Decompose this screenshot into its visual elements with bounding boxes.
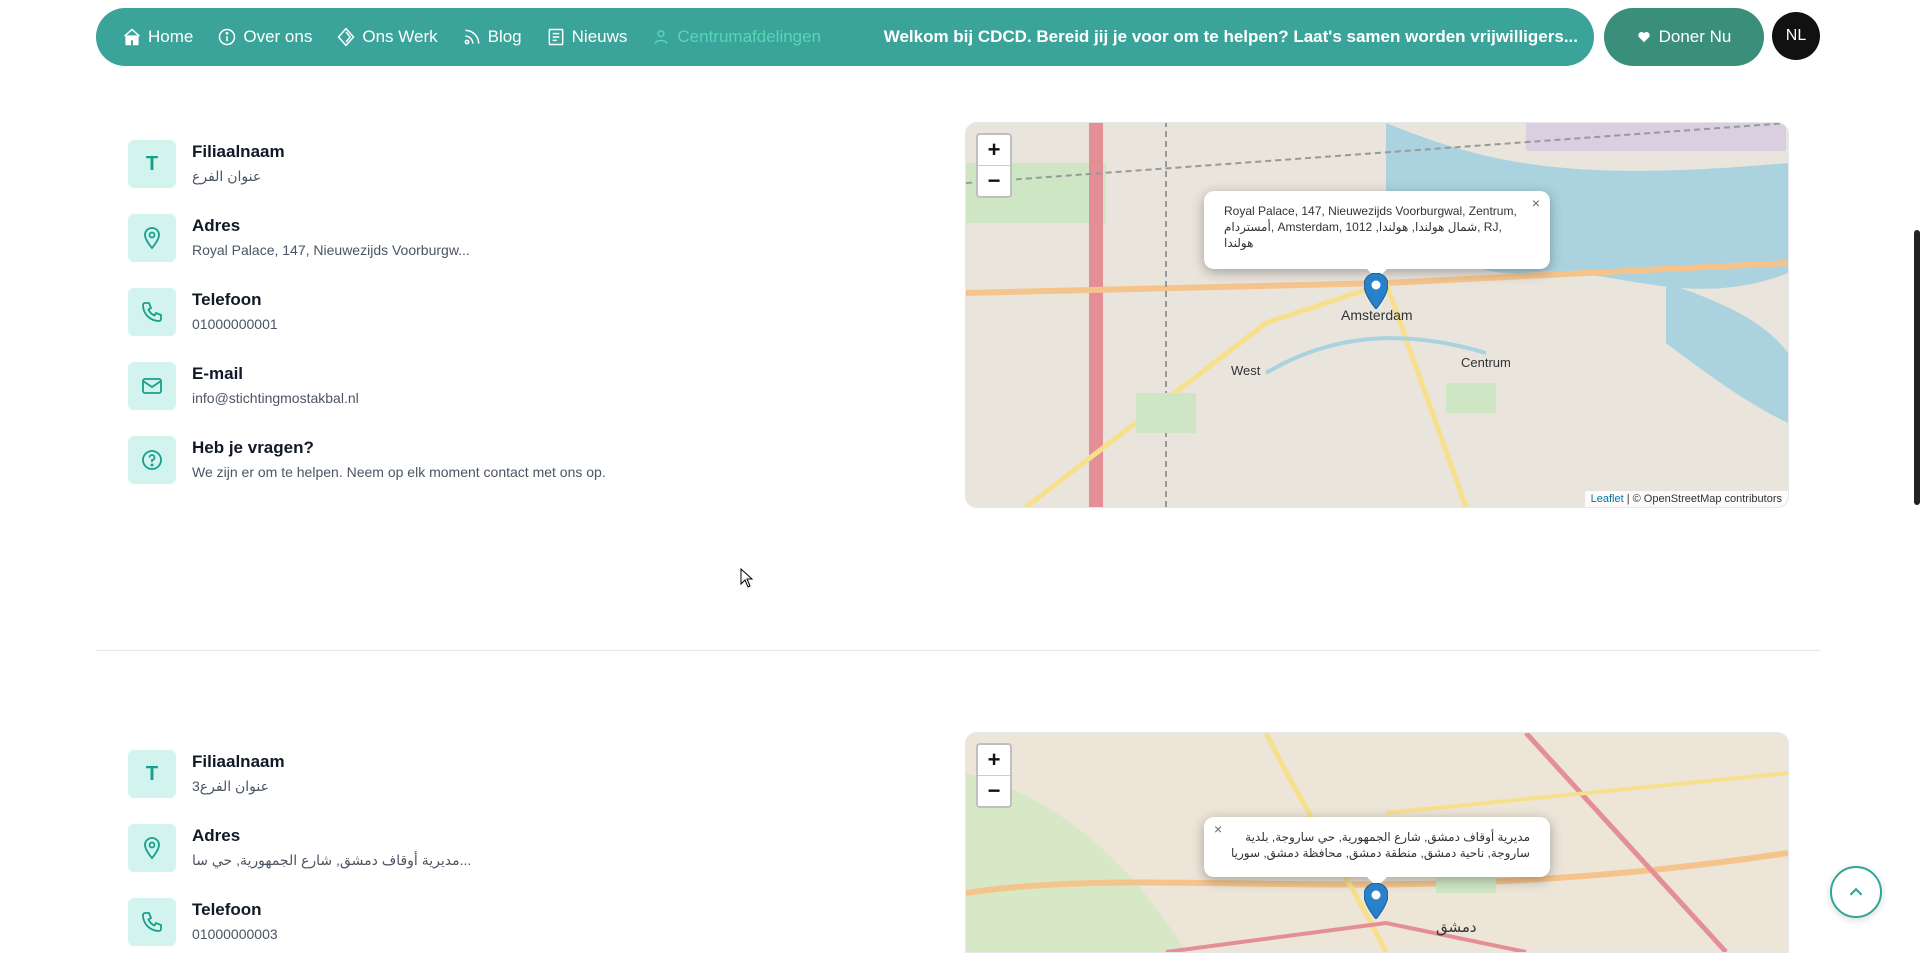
info-icon [219, 28, 236, 46]
main-navbar: Home Over ons Ons Werk Blog Nieuws Centr… [96, 8, 1594, 66]
nav-item-label: Centrumafdelingen [677, 27, 822, 46]
branch-phone-row: Telefoon 01000000003 [128, 898, 471, 972]
branch-phone-value[interactable]: 01000000001 [192, 316, 278, 332]
map-marker-icon[interactable] [1364, 273, 1388, 309]
branch-name-label: Filiaalnaam [192, 142, 285, 161]
map-popup: × مديرية أوقاف دمشق, شارع الجمهورية, حي … [1204, 817, 1550, 887]
chevron-up-icon [1849, 887, 1863, 896]
branch-address-row: Adres مديرية أوقاف دمشق, شارع الجمهورية,… [128, 824, 471, 898]
popup-close-button[interactable]: × [1532, 195, 1540, 211]
nav-item-nieuws[interactable]: Nieuws [536, 21, 638, 53]
branch-phone-label: Telefoon [192, 290, 262, 309]
nav-item-label: Over ons [243, 27, 313, 46]
map-popup: × Royal Palace, 147, Nieuwezijds Voorbur… [1204, 191, 1550, 279]
mouse-cursor-icon [740, 568, 754, 588]
leaflet-link[interactable]: Leaflet [1591, 493, 1624, 505]
map-pin-icon [128, 824, 176, 872]
branch-phone-value[interactable]: 01000000003 [192, 926, 278, 942]
section-divider [96, 650, 1820, 651]
home-icon [124, 28, 140, 46]
nav-item-label: Blog [487, 27, 522, 46]
branch-address-label: Adres [192, 826, 241, 845]
branch-email-row: E-mail info@stichtingmostakbal.nl [128, 362, 606, 436]
nav-item-label: Nieuws [571, 27, 628, 46]
map-marker-icon[interactable] [1364, 883, 1388, 919]
nav-item-over-ons[interactable]: Over ons [207, 21, 322, 53]
letter-t-icon: T [128, 750, 176, 798]
popup-close-button[interactable]: × [1214, 821, 1222, 837]
branch-phone-row: Telefoon 01000000001 [128, 288, 606, 362]
zoom-out-button[interactable]: − [978, 166, 1010, 196]
branch-address-value: Royal Palace, 147, Nieuwezijds Voorburgw… [192, 242, 470, 258]
branch-question-label: Heb je vragen? [192, 438, 314, 457]
branch-name-label: Filiaalnaam [192, 752, 285, 771]
popup-address-text: Royal Palace, 147, Nieuwezijds Voorburgw… [1224, 204, 1517, 250]
welcome-marquee: Welkom bij CDCD. Bereid jij je voor om t… [883, 27, 1578, 46]
nav-item-centrumafdelingen[interactable]: Centrumafdelingen [641, 21, 831, 53]
language-switcher[interactable]: NL [1772, 12, 1820, 60]
heart-icon [1637, 32, 1650, 43]
letter-t-icon: T [128, 140, 176, 188]
scroll-to-top-button[interactable] [1830, 866, 1882, 918]
branch-name-row: T Filiaalnaam عنوان الفرع [128, 140, 606, 214]
branch-name-value: عنوان الفرع3 [192, 778, 269, 794]
diamond-icon [337, 27, 355, 47]
branch-info-2: T Filiaalnaam عنوان الفرع3 Adres مديرية … [128, 750, 471, 972]
zoom-in-button[interactable]: + [978, 135, 1010, 166]
donate-label: Doner Nu [1658, 27, 1732, 46]
branch-map-1[interactable]: Amsterdam Centrum West + − × Royal Palac… [965, 122, 1789, 508]
map-pin-icon [128, 214, 176, 262]
map-zoom-control: + − [976, 133, 1012, 198]
map-district-label: West [1231, 363, 1261, 378]
branch-name-row: T Filiaalnaam عنوان الفرع3 [128, 750, 471, 824]
zoom-out-button[interactable]: − [978, 776, 1010, 806]
users-icon [654, 29, 668, 44]
page-scrollbar[interactable] [1914, 230, 1920, 505]
newspaper-icon [548, 28, 564, 46]
branch-question-row: Heb je vragen? We zijn er om te helpen. … [128, 436, 606, 510]
branch-phone-label: Telefoon [192, 900, 262, 919]
nav-item-label: Home [148, 27, 194, 46]
branch-question-value: We zijn er om te helpen. Neem op elk mom… [192, 464, 606, 480]
zoom-in-button[interactable]: + [978, 745, 1010, 776]
phone-icon [128, 288, 176, 336]
branch-email-value[interactable]: info@stichtingmostakbal.nl [192, 390, 359, 406]
nav-item-home[interactable]: Home [112, 21, 203, 53]
rss-icon [464, 29, 480, 45]
branch-address-value: مديرية أوقاف دمشق, شارع الجمهورية, حي سا… [192, 852, 472, 868]
map-attribution: Leaflet | © OpenStreetMap contributors [1584, 491, 1788, 507]
donate-button[interactable]: Doner Nu [1604, 8, 1764, 66]
branch-address-row: Adres Royal Palace, 147, Nieuwezijds Voo… [128, 214, 606, 288]
map-zoom-control: + − [976, 743, 1012, 808]
branch-info-1: T Filiaalnaam عنوان الفرع Adres Royal Pa… [128, 140, 606, 510]
popup-address-text: مديرية أوقاف دمشق, شارع الجمهورية, حي سا… [1230, 830, 1530, 860]
branch-map-2[interactable]: دمشق + − × مديرية أوقاف دمشق, شارع الجمه… [965, 732, 1789, 953]
branch-address-label: Adres [192, 216, 241, 235]
osm-attribution[interactable]: | © OpenStreetMap contributors [1627, 493, 1782, 505]
nav-item-blog[interactable]: Blog [452, 21, 532, 53]
branch-name-value: عنوان الفرع [192, 168, 262, 184]
mail-icon [128, 362, 176, 410]
nav-item-label: Ons Werk [362, 27, 438, 46]
map-district-label: Centrum [1461, 355, 1511, 370]
nav-item-ons-werk[interactable]: Ons Werk [326, 21, 447, 53]
map-city-label: دمشق [1436, 919, 1477, 936]
phone-icon [128, 898, 176, 946]
branch-email-label: E-mail [192, 364, 244, 383]
map-city-label: Amsterdam [1341, 307, 1413, 323]
help-circle-icon [128, 436, 176, 484]
nav-links: Home Over ons Ons Werk Blog Nieuws Centr… [112, 21, 831, 53]
